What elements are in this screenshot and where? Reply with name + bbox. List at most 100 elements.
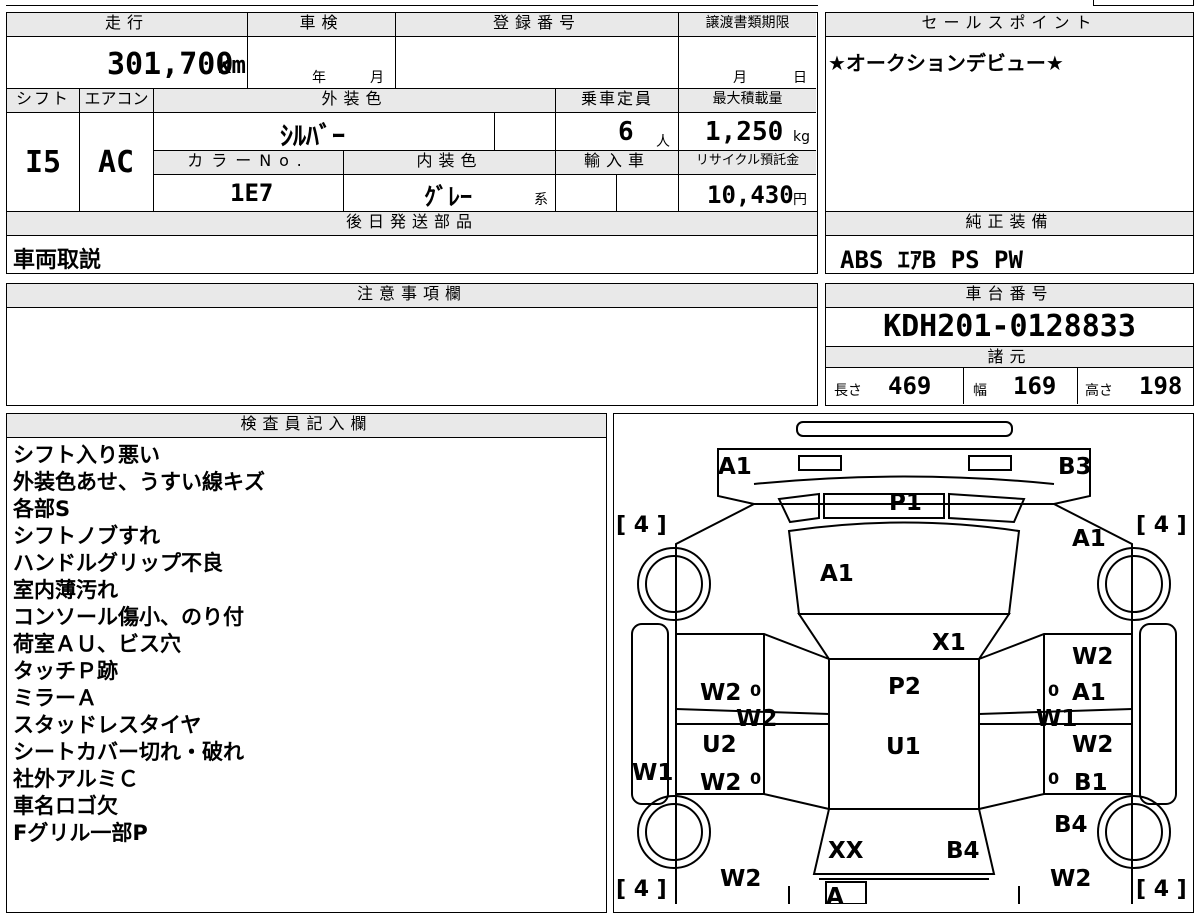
mark-hood: A1 [820, 561, 854, 587]
chassis-header: 車台番号 [826, 284, 1193, 308]
transfer-month-label: 月 [733, 70, 747, 86]
max-load-header: 最大積載量 [679, 89, 816, 113]
inspector-note-line: タッチＰ跡 [13, 659, 118, 683]
mark-left-rear-door: U2 [702, 732, 737, 758]
inspector-note-line: 荷室ＡＵ、ビス穴 [13, 632, 181, 656]
max-load-value: 1,250 [705, 117, 784, 147]
mark-left-rear-wheel: W2 [720, 866, 761, 892]
import-header: 輸入車 [556, 151, 679, 175]
mark-rear-hatch-right: B4 [946, 838, 980, 864]
transfer-day-label: 日 [793, 70, 807, 86]
capacity-unit: 人 [656, 134, 670, 150]
genuine-equipment-box: 純正装備 ABS ｴｱB PS PW [825, 211, 1194, 274]
vehicle-info-table: 走行 車検 登録番号 譲渡書類期限 301,700 km 年 月 月 日 シフト… [6, 12, 818, 213]
width-value: 169 [1013, 372, 1057, 400]
mark-right-mirror: W2 [1072, 644, 1113, 670]
mark-right-rear-door: W2 [1072, 732, 1113, 758]
mark-front-bumper-right: B3 [1058, 454, 1092, 480]
mileage-unit: km [217, 51, 246, 79]
inspector-note-line: シフト入り悪い [13, 443, 160, 467]
inspector-note-line: Fグリル一部P [13, 821, 148, 845]
registration-header: 登録番号 [396, 13, 679, 37]
specs-header: 諸元 [826, 346, 1193, 368]
mark-front-right-fender: A1 [1072, 526, 1106, 552]
genuine-equipment-header: 純正装備 [826, 212, 1193, 236]
mark-right-front-door: A1 [1072, 680, 1106, 706]
mark-roof-front: P2 [888, 674, 921, 700]
inspector-note-line: シートカバー切れ・破れ [13, 740, 244, 764]
color-no-value: 1E7 [230, 179, 274, 207]
inspector-notes: シフト入り悪い外装色あせ、うすい線キズ 各部S シフトノブすれハンドルグリップ不良室… [13, 442, 265, 847]
shift-value: I5 [25, 145, 62, 180]
interior-color-header: 内装色 [344, 151, 556, 175]
sales-point-text: ★オークションデビュー★ [828, 51, 1064, 75]
inspector-note-line: シフトノブすれ [13, 524, 160, 548]
mark-left-rear-quarter: W2 [700, 770, 741, 796]
small-mark-2: 0 [1048, 681, 1059, 700]
inspection-month-label: 月 [370, 70, 384, 86]
capacity-header: 乗車定員 [556, 89, 679, 113]
aircon-header: エアコン [80, 89, 154, 113]
length-label: 長さ [834, 383, 862, 399]
inspector-note-line: 室内薄汚れ [13, 578, 118, 602]
small-mark-4: 0 [1048, 769, 1059, 788]
recycle-header: リサイクル預託金 [679, 151, 816, 175]
recycle-unit: 円 [793, 192, 807, 208]
length-value: 469 [888, 372, 932, 400]
mark-right-pillar: W1 [1036, 706, 1077, 732]
sales-point-box: セールスポイント ★オークションデビュー★ [825, 12, 1194, 213]
sales-point-header: セールスポイント [826, 13, 1193, 37]
damage-diagram-box: [ 4 ] [ 4 ] [ 4 ] [ 4 ] A1 B3 P1 A1 A1 X… [613, 413, 1194, 913]
mark-rear-bumper: A [826, 884, 844, 904]
tire-label-rear-right: [ 4 ] [1136, 877, 1187, 902]
inspector-note-line: コンソール傷小、のり付 [13, 605, 244, 629]
mark-rear-hatch-left: XX [828, 838, 864, 864]
car-damage-diagram: [ 4 ] [ 4 ] [ 4 ] [ 4 ] A1 B3 P1 A1 A1 X… [616, 421, 1187, 913]
mark-windshield: X1 [932, 630, 966, 656]
inspection-year-label: 年 [312, 70, 326, 86]
mark-front-bumper-left: A1 [718, 454, 752, 480]
mileage-header: 走行 [7, 13, 248, 37]
tire-label-front-left: [ 4 ] [616, 513, 667, 538]
height-label: 高さ [1085, 383, 1113, 399]
height-value: 198 [1139, 372, 1183, 400]
recycle-value: 10,430 [707, 181, 794, 209]
tire-label-front-right: [ 4 ] [1136, 513, 1187, 538]
interior-color-value: ｸﾞﾚｰ [424, 183, 472, 211]
registration-value [396, 37, 679, 89]
mark-roof-rear: U1 [886, 734, 921, 760]
inspection-header: 車検 [248, 13, 396, 37]
exterior-color-value: ｼﾙﾊﾞｰ [280, 122, 346, 152]
inspector-note-line: スタッドレスタイヤ [13, 713, 202, 737]
caution-header: 注意事項欄 [7, 284, 817, 308]
color-no-header: カラーNo. [154, 151, 344, 175]
later-parts-value: 車両取説 [13, 248, 102, 273]
chassis-value: KDH201-0128833 [883, 309, 1136, 344]
top-strip-right [1093, 0, 1194, 6]
mark-left-pillar: W2 [736, 706, 777, 732]
inspector-box: 検査員記入欄 シフト入り悪い 外装色あせ、うすい線キズ 各部S シフトノブすれ ハンドル… [6, 413, 607, 913]
interior-color-suffix: 系 [534, 192, 548, 208]
inspector-note-line: 車名ロゴ欠 [13, 794, 118, 818]
exterior-color-header: 外装色 [154, 89, 556, 113]
caution-box: 注意事項欄 [6, 283, 818, 406]
inspector-note-line: 外装色あせ、うすい線キズ [13, 470, 265, 494]
transfer-deadline-header: 譲渡書類期限 [679, 13, 816, 37]
mark-right-rear-quarter: B1 [1074, 770, 1108, 796]
capacity-value: 6 [618, 117, 634, 147]
mark-left-side: W1 [632, 760, 673, 786]
later-parts-header: 後日発送部品 [7, 212, 817, 236]
inspector-note-line: 社外アルミＣ [13, 767, 139, 791]
aircon-value: AC [98, 145, 135, 180]
max-load-unit: kg [793, 129, 810, 145]
inspector-note-line: ハンドルグリップ不良 [13, 551, 223, 575]
chassis-box: 車台番号 KDH201-0128833 諸元 長さ 469 幅 169 高さ 1… [825, 283, 1194, 406]
inspector-note-line: 各部S [13, 497, 71, 521]
small-mark-1: 0 [750, 681, 761, 700]
genuine-equipment-value: ABS ｴｱB PS PW [840, 246, 1023, 274]
inspector-note-line: ミラーＡ [13, 686, 97, 710]
mark-grille: P1 [889, 490, 922, 516]
tire-label-rear-left: [ 4 ] [616, 877, 667, 902]
mileage-value: 301,700 [107, 47, 234, 82]
small-mark-3: 0 [750, 769, 761, 788]
